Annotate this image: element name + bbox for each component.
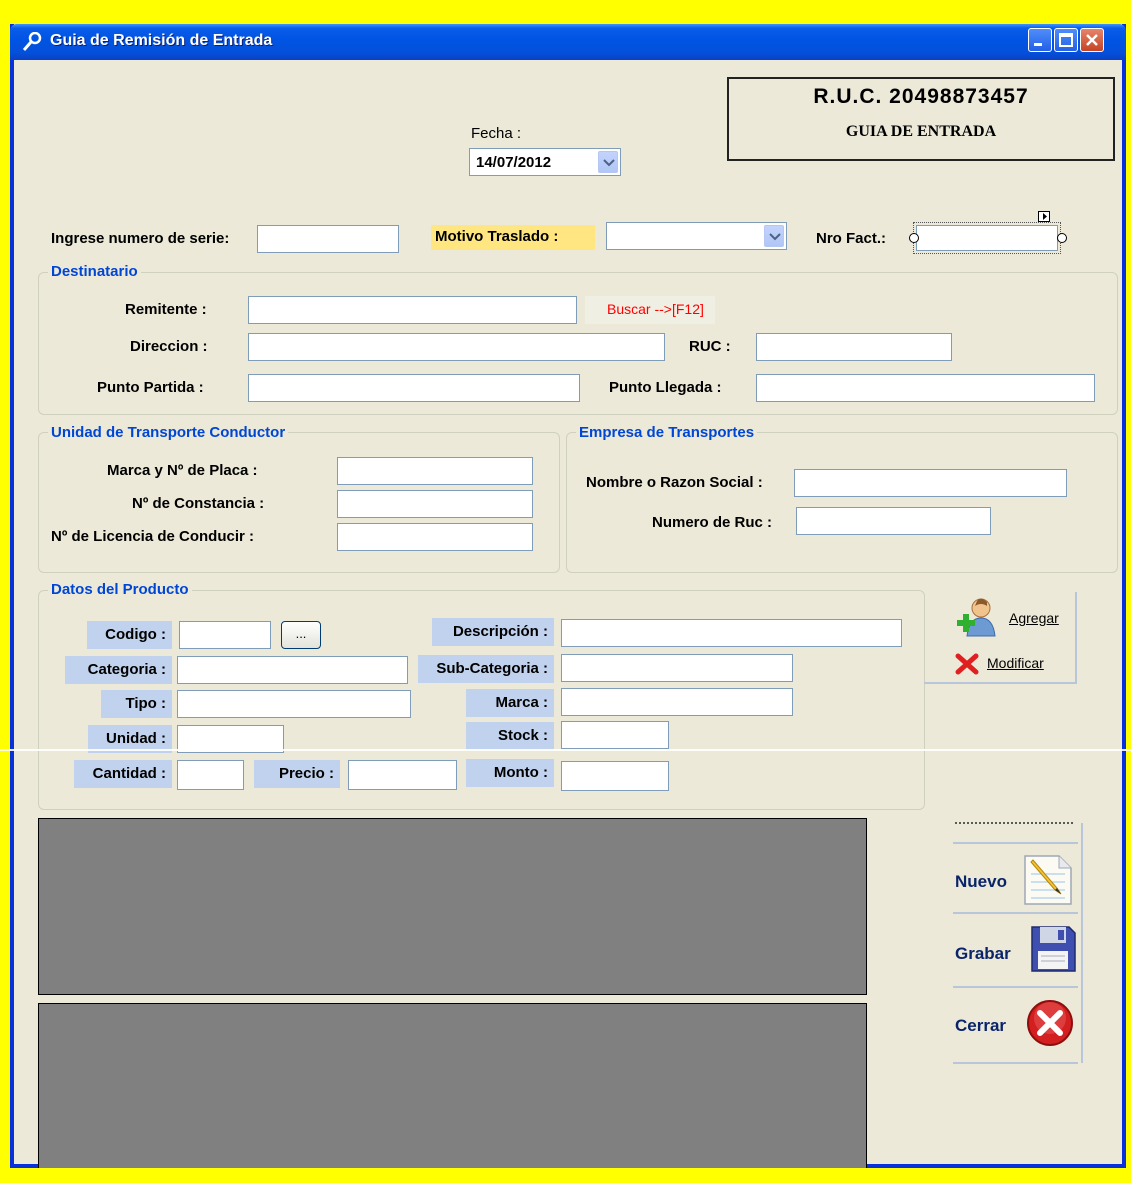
- grabar-label: Grabar: [955, 944, 1011, 963]
- descripcion-input[interactable]: [561, 619, 902, 647]
- nuevo-label: Nuevo: [955, 872, 1007, 891]
- codigo-label: Codigo :: [87, 621, 172, 649]
- agregar-label: Agregar: [1009, 610, 1059, 626]
- render-seam-line: [0, 749, 1131, 751]
- motivo-select[interactable]: [606, 222, 787, 250]
- motivo-label: Motivo Traslado :: [435, 228, 559, 245]
- grabar-button[interactable]: Grabar: [953, 916, 1078, 988]
- tipo-label: Tipo :: [101, 690, 172, 718]
- agregar-button[interactable]: Agregar: [955, 596, 1067, 637]
- new-document-icon: [1021, 852, 1075, 913]
- remitente-label: Remitente :: [125, 301, 207, 318]
- licencia-label: Nº de Licencia de Conducir :: [51, 528, 255, 545]
- fecha-label: Fecha :: [471, 125, 522, 142]
- transporte-conductor-title: Unidad de Transporte Conductor: [48, 424, 289, 441]
- stock-label: Stock :: [466, 722, 554, 750]
- fecha-value: 14/07/2012: [476, 154, 552, 171]
- ruc-header-box: R.U.C. 20498873457 GUIA DE ENTRADA: [727, 77, 1115, 161]
- cantidad-label: Cantidad :: [74, 760, 172, 788]
- cerrar-button[interactable]: Cerrar: [953, 990, 1078, 1064]
- marca-placa-input[interactable]: [337, 457, 533, 485]
- resize-handle-right[interactable]: [1057, 233, 1067, 243]
- title-bar[interactable]: Guia de Remisión de Entrada: [10, 24, 1126, 60]
- codigo-browse-button[interactable]: ...: [281, 621, 321, 649]
- modify-x-icon: [955, 653, 979, 680]
- close-x-circle-icon: [1025, 998, 1075, 1053]
- destinatario-title: Destinatario: [48, 263, 141, 280]
- remitente-input[interactable]: [248, 296, 577, 324]
- chevron-down-icon[interactable]: [598, 151, 618, 173]
- empresa-transportes-title: Empresa de Transportes: [576, 424, 758, 441]
- producto-title: Datos del Producto: [48, 581, 192, 598]
- save-disk-icon: [1029, 924, 1077, 979]
- panel-dotted-separator: [955, 822, 1073, 824]
- ruc-label: RUC :: [689, 338, 731, 355]
- factura-label: Nro Fact.:: [816, 230, 887, 247]
- resize-handle-left[interactable]: [909, 233, 919, 243]
- detail-grid-top[interactable]: [38, 818, 867, 995]
- razon-social-input[interactable]: [794, 469, 1067, 497]
- cerrar-label: Cerrar: [955, 1016, 1007, 1035]
- constancia-input[interactable]: [337, 490, 533, 518]
- marca-placa-label: Marca y Nº de Placa :: [107, 462, 258, 479]
- punto-partida-input[interactable]: [248, 374, 580, 402]
- minimize-button[interactable]: [1028, 28, 1052, 52]
- stock-input[interactable]: [561, 721, 669, 749]
- fecha-datepicker[interactable]: 14/07/2012: [469, 148, 621, 176]
- app-wrench-icon: [22, 31, 42, 57]
- chevron-down-icon[interactable]: [764, 225, 784, 247]
- tipo-input[interactable]: [177, 690, 411, 718]
- window-title: Guia de Remisión de Entrada: [50, 32, 273, 49]
- punto-partida-label: Punto Partida :: [97, 379, 204, 396]
- maximize-button[interactable]: [1054, 28, 1078, 52]
- nuevo-button[interactable]: Nuevo: [953, 842, 1078, 914]
- descripcion-label: Descripción :: [432, 618, 554, 646]
- marca-label: Marca :: [466, 689, 554, 717]
- factura-input[interactable]: [916, 225, 1058, 251]
- buscar-link[interactable]: Buscar -->[F12]: [585, 296, 715, 324]
- direccion-input[interactable]: [248, 333, 665, 361]
- close-window-button[interactable]: [1080, 28, 1104, 52]
- detail-grid-bottom[interactable]: [38, 1003, 867, 1168]
- serie-input[interactable]: [257, 225, 399, 253]
- categoria-input[interactable]: [177, 656, 408, 684]
- modificar-button[interactable]: Modificar: [955, 651, 1067, 677]
- modificar-label: Modificar: [987, 655, 1044, 671]
- punto-llegada-label: Punto Llegada :: [609, 379, 722, 396]
- subcategoria-input[interactable]: [561, 654, 793, 682]
- ruc-input[interactable]: [756, 333, 952, 361]
- serie-label: Ingrese numero de serie:: [51, 230, 230, 247]
- empresa-ruc-input[interactable]: [796, 507, 991, 535]
- precio-input[interactable]: [348, 760, 457, 790]
- add-user-icon: [955, 596, 999, 643]
- marca-input[interactable]: [561, 688, 793, 716]
- subcategoria-label: Sub-Categoria :: [418, 655, 554, 683]
- constancia-label: Nº de Constancia :: [132, 495, 265, 512]
- licencia-input[interactable]: [337, 523, 533, 551]
- smart-tag-icon[interactable]: [1038, 211, 1050, 222]
- document-type: GUIA DE ENTRADA: [845, 123, 997, 140]
- codigo-input[interactable]: [179, 621, 271, 649]
- direccion-label: Direccion :: [130, 338, 208, 355]
- categoria-label: Categoria :: [65, 656, 172, 684]
- punto-llegada-input[interactable]: [756, 374, 1095, 402]
- monto-input[interactable]: [561, 761, 669, 791]
- empresa-transportes-group: [566, 432, 1118, 573]
- ruc-number: R.U.C. 20498873457: [813, 85, 1029, 108]
- monto-label: Monto :: [466, 759, 554, 787]
- empresa-ruc-label: Numero de Ruc :: [652, 514, 773, 531]
- razon-social-label: Nombre o Razon Social :: [586, 474, 763, 491]
- cantidad-input[interactable]: [177, 760, 244, 790]
- precio-label: Precio :: [254, 760, 340, 788]
